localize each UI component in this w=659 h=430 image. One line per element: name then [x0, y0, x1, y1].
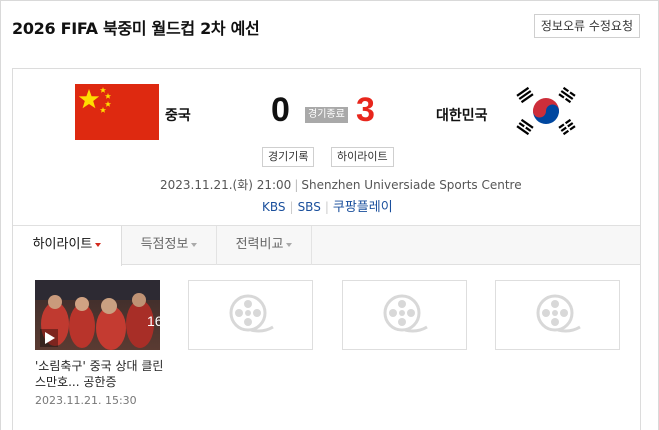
tab-label: 득점정보 — [140, 237, 189, 252]
separator: | — [294, 178, 299, 192]
away-score: 3 — [356, 91, 375, 129]
widget-header: 2026 FIFA 북중미 월드컵 2차 예선 정보오류 수정요청 — [1, 1, 658, 51]
video-thumbnail-image: 16 — [35, 280, 160, 350]
film-reel-icon — [229, 294, 274, 333]
tab-label: 전력비교 — [235, 237, 284, 252]
svg-text:16: 16 — [147, 313, 160, 329]
broadcaster-kbs-link[interactable]: KBS — [262, 200, 286, 214]
home-team-name[interactable]: 중국 — [165, 105, 191, 125]
highlight-button[interactable]: 하이라이트 — [331, 147, 394, 167]
video-placeholder[interactable] — [495, 280, 620, 350]
separator: | — [289, 200, 294, 214]
film-reel-icon — [536, 294, 581, 333]
caret-down-icon — [191, 242, 198, 247]
china-flag-icon[interactable] — [75, 84, 159, 140]
report-error-button[interactable]: 정보오류 수정요청 — [533, 14, 640, 38]
caret-down-icon — [95, 242, 102, 247]
broadcaster-sbs-link[interactable]: SBS — [298, 200, 321, 214]
home-score: 0 — [271, 91, 290, 129]
video-placeholder[interactable] — [188, 280, 313, 350]
video-thumbnail[interactable]: 16 — [35, 280, 160, 350]
video-caption-link[interactable]: '소림축구' 중국 상대 클린스만호... 공한증 — [35, 358, 165, 390]
tab-scoring-info[interactable]: 득점정보 — [122, 226, 217, 265]
page-title: 2026 FIFA 북중미 월드컵 2차 예선 — [12, 19, 260, 38]
broadcaster-coupangplay-link[interactable]: 쿠팡플레이 — [333, 200, 393, 215]
caret-down-icon — [286, 242, 293, 247]
away-team-name[interactable]: 대한민국 — [436, 105, 488, 125]
tab-bar: 하이라이트 득점정보 전력비교 — [13, 225, 640, 266]
widget-container: 2026 FIFA 북중미 월드컵 2차 예선 정보오류 수정요청 중국 0 경… — [0, 0, 659, 430]
match-venue: Shenzhen Universiade Sports Centre — [301, 178, 522, 192]
broadcaster-list: KBS | SBS | 쿠팡플레이 — [262, 196, 393, 215]
korea-flag-icon[interactable] — [513, 84, 579, 138]
status-badge: 경기종료 — [305, 107, 348, 123]
match-info: 2023.11.21.(화) 21:00 | Shenzhen Universiad… — [160, 176, 522, 193]
separator: | — [324, 200, 329, 214]
tab-label: 하이라이트 — [32, 237, 93, 252]
tab-team-comparison[interactable]: 전력비교 — [217, 226, 312, 265]
match-datetime: 2023.11.21.(화) 21:00 — [160, 178, 292, 192]
match-record-button[interactable]: 경기기록 — [262, 147, 315, 167]
video-placeholder[interactable] — [342, 280, 467, 350]
video-date: 2023.11.21. 15:30 — [35, 394, 137, 407]
match-card: 중국 0 경기종료 3 대한민국 경기기록 하이라이트 2023.11.21.(… — [12, 68, 641, 430]
tab-highlight[interactable]: 하이라이트 — [13, 226, 122, 266]
film-reel-icon — [383, 294, 428, 333]
